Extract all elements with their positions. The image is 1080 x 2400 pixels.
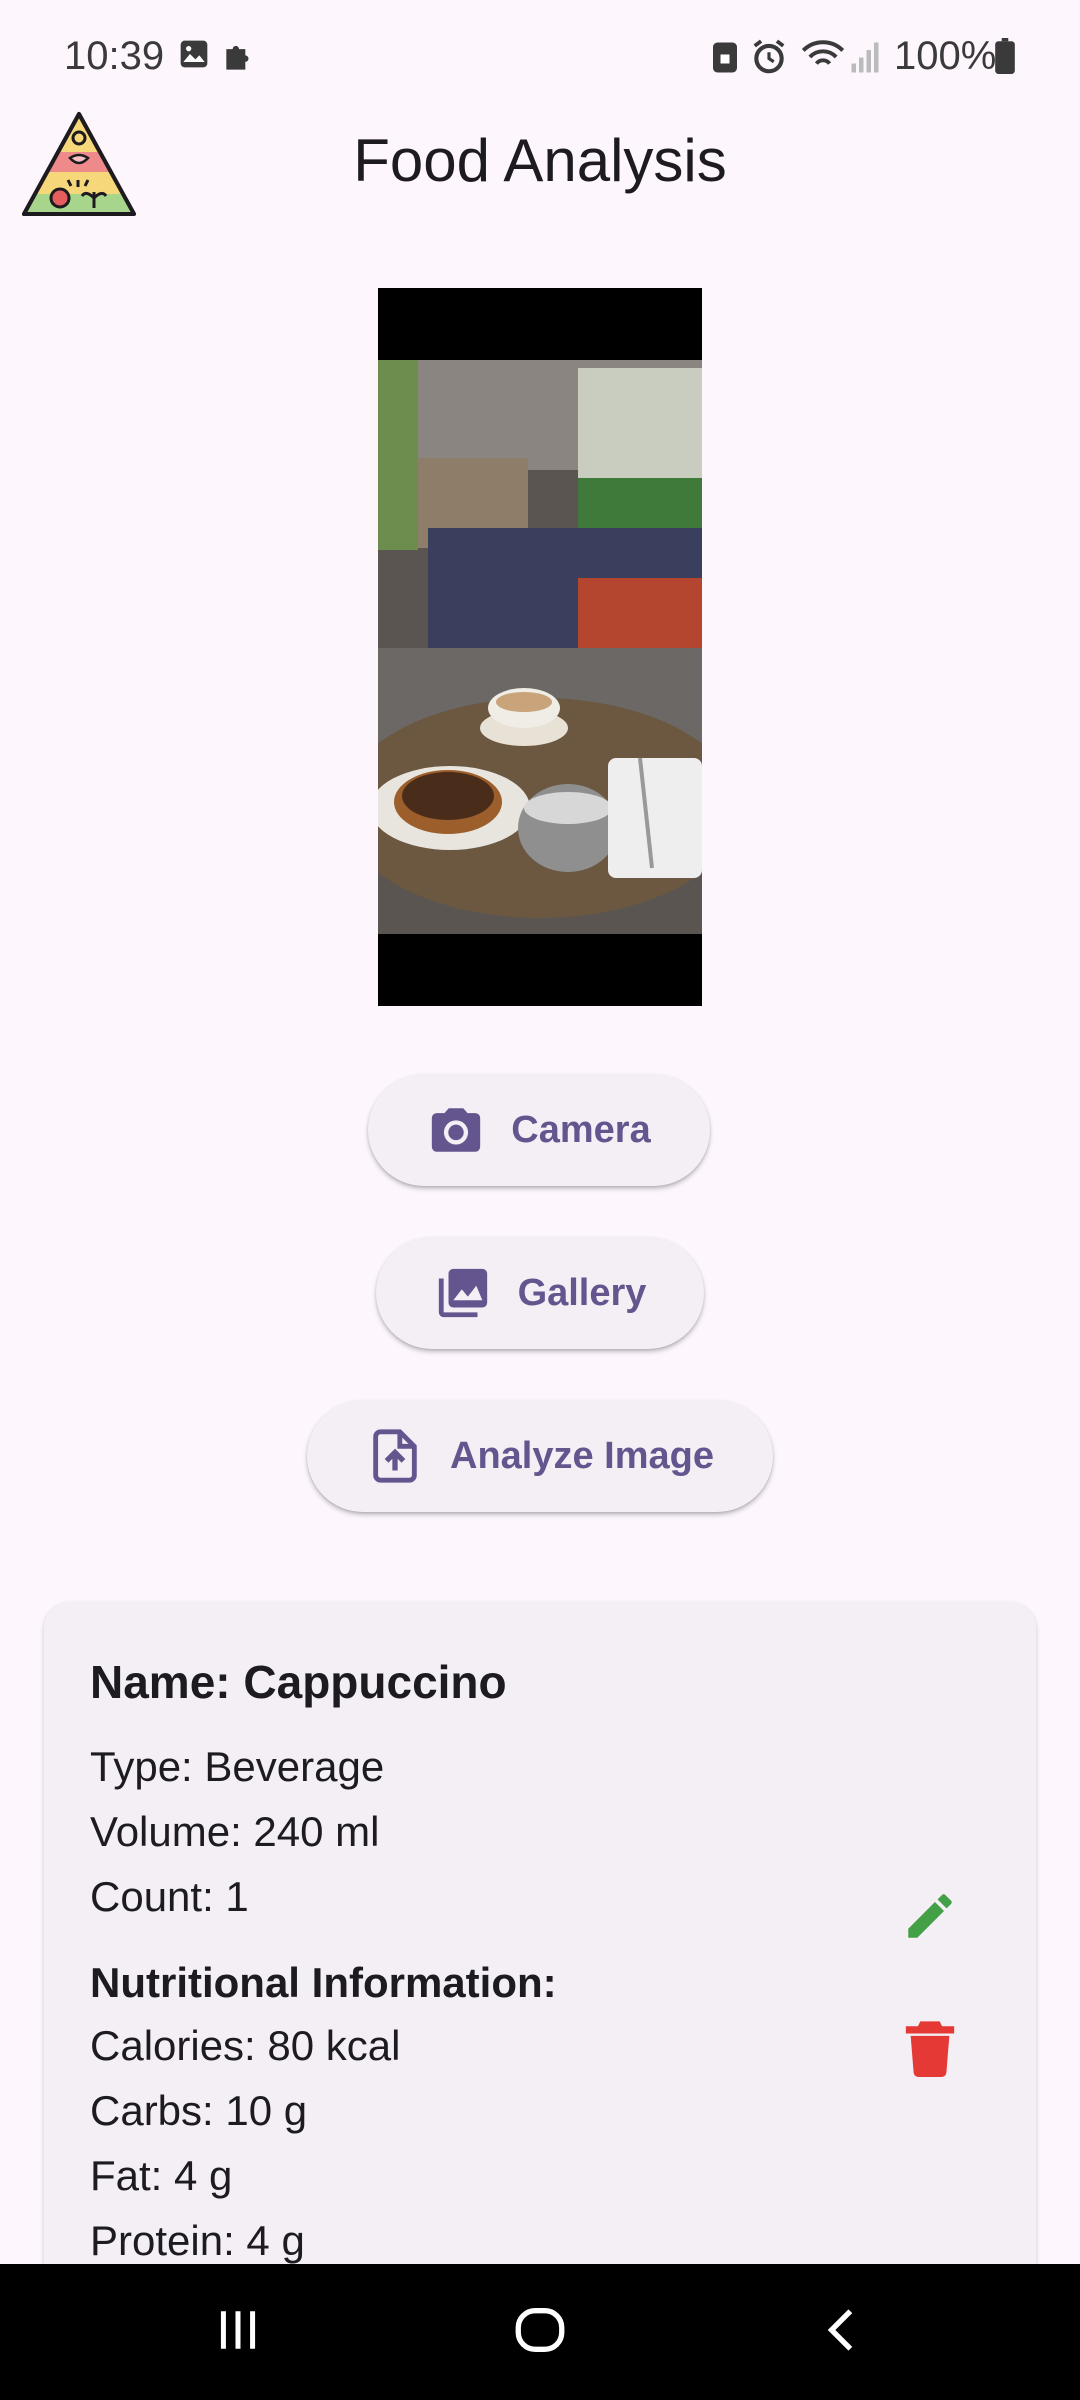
photo-library-icon	[434, 1264, 492, 1322]
food-volume: Volume: 240 ml	[90, 1808, 380, 1855]
camera-button-label: Camera	[511, 1108, 651, 1151]
back-button[interactable]	[742, 2264, 942, 2400]
lock-battery-icon	[710, 38, 740, 79]
back-icon	[817, 2305, 867, 2360]
gallery-button[interactable]: Gallery	[376, 1237, 704, 1349]
status-bar: 10:39 100%	[0, 0, 1080, 118]
puzzle-icon	[220, 38, 258, 81]
signal-icon	[850, 38, 880, 79]
gallery-button-label: Gallery	[517, 1271, 647, 1314]
food-photo-preview	[378, 288, 702, 1006]
page-title: Food Analysis	[353, 127, 727, 194]
screen: 10:39 100% Food Analysis Camera Gallery …	[0, 0, 1080, 2400]
food-details: Name: Cappuccino Type: Beverage Volume: …	[90, 1650, 557, 2273]
analyze-button-label: Analyze Image	[450, 1434, 714, 1477]
system-nav-bar	[0, 2264, 1080, 2400]
food-type: Type: Beverage	[90, 1743, 385, 1790]
carbs-value: Carbs: 10 g	[90, 2087, 308, 2134]
fat-value: Fat: 4 g	[90, 2152, 233, 2199]
battery-icon	[994, 38, 1016, 79]
edit-icon	[901, 1887, 959, 1950]
upload-file-icon	[366, 1427, 424, 1485]
analyze-image-button[interactable]: Analyze Image	[307, 1400, 773, 1512]
wifi-icon	[800, 38, 846, 81]
trash-icon	[903, 2019, 957, 2082]
camera-icon	[427, 1101, 485, 1159]
alarm-icon	[750, 38, 788, 81]
delete-button[interactable]	[890, 2010, 970, 2090]
home-icon	[511, 2301, 569, 2364]
battery-percent: 100%	[894, 34, 997, 78]
camera-button[interactable]: Camera	[368, 1074, 710, 1186]
calories-value: Calories: 80 kcal	[90, 2022, 401, 2069]
recent-apps-icon	[213, 2305, 263, 2360]
home-button[interactable]	[440, 2264, 640, 2400]
gallery-icon	[178, 38, 210, 75]
edit-button[interactable]	[890, 1878, 970, 1958]
food-name: Name: Cappuccino	[90, 1656, 507, 1708]
food-count: Count: 1	[90, 1873, 249, 1920]
status-time: 10:39	[64, 34, 165, 78]
recent-apps-button[interactable]	[138, 2264, 338, 2400]
nutrition-title: Nutritional Information:	[90, 1959, 557, 2006]
